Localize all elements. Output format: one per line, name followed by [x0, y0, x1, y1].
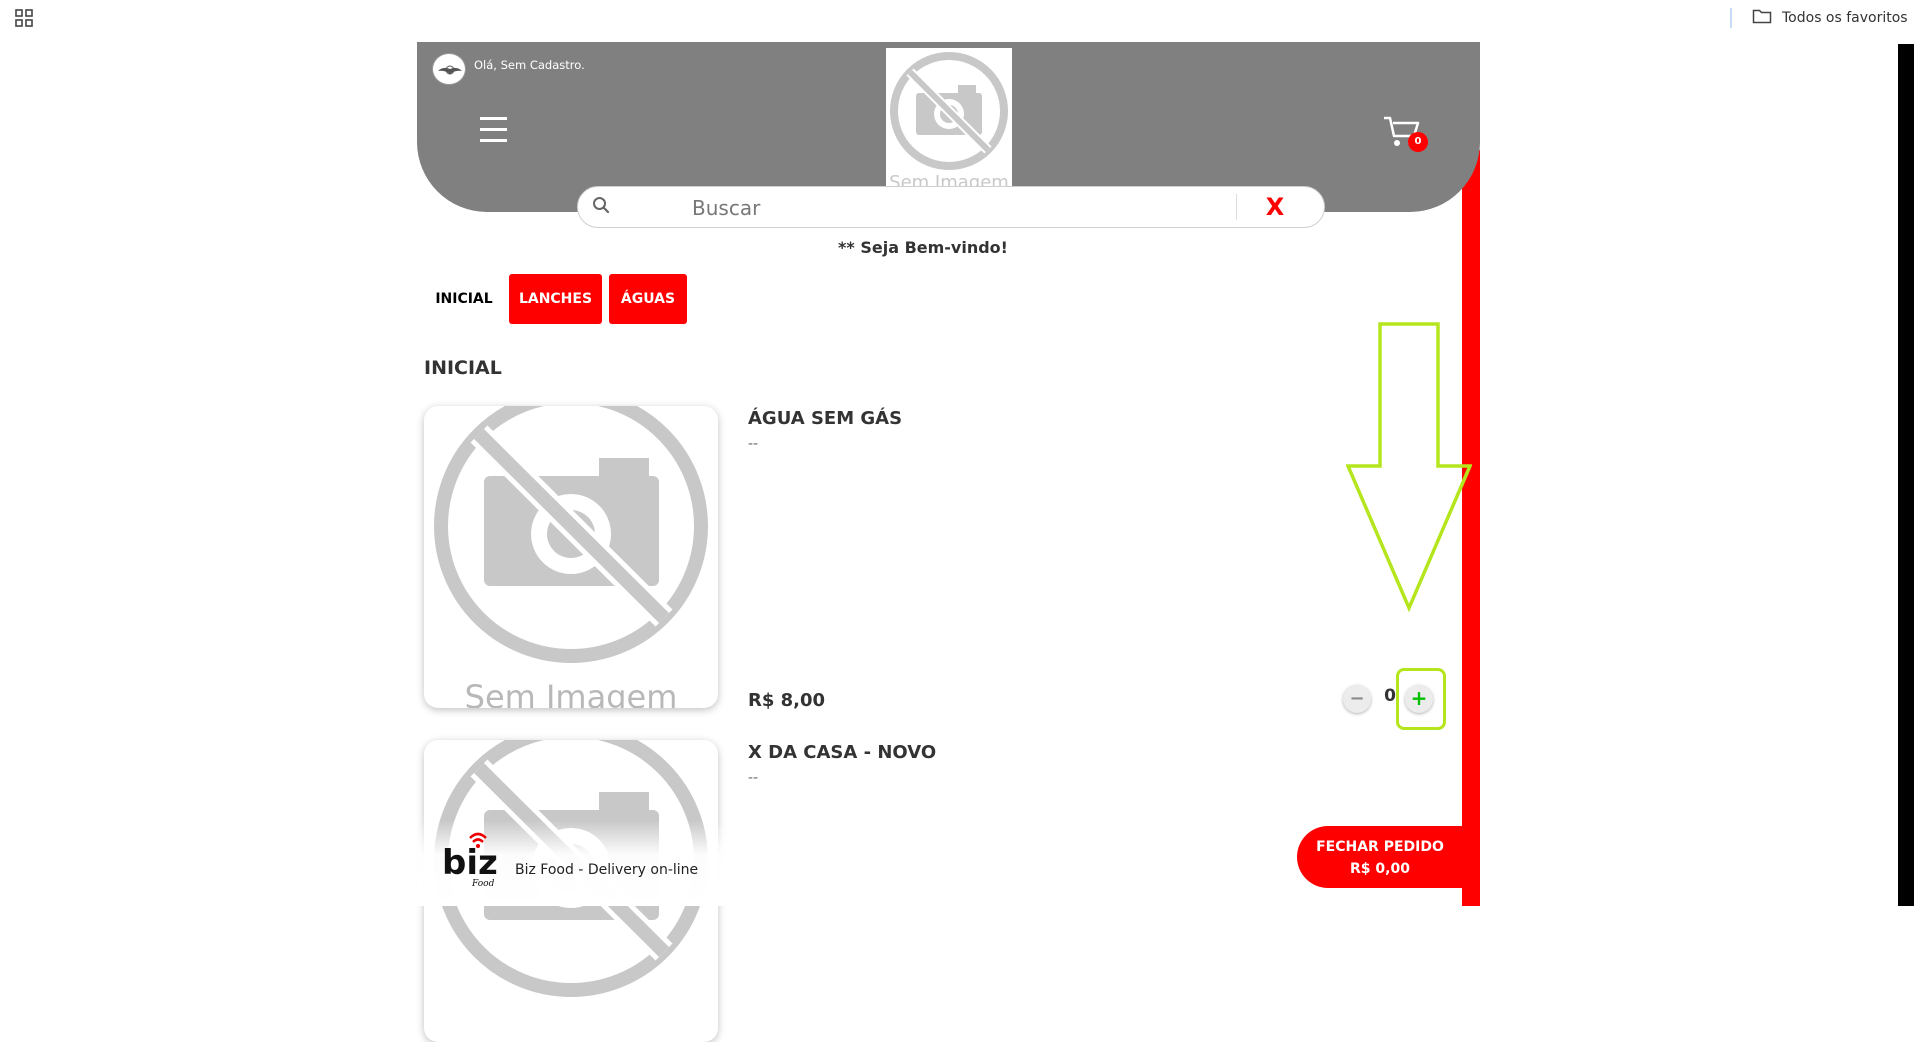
- down-arrow-annotation: [1346, 322, 1472, 612]
- folder-icon: [1752, 8, 1772, 28]
- biz-logo-sub: Food: [471, 879, 495, 888]
- tab-inicial[interactable]: INICIAL: [424, 274, 504, 324]
- store-avatar: [432, 53, 466, 85]
- product-description: --: [748, 436, 759, 452]
- product-price: R$ 8,00: [748, 690, 826, 711]
- favorites-label: Todos os favoritos: [1782, 10, 1908, 26]
- biz-logo-word: biz: [442, 843, 498, 883]
- close-order-label: FECHAR PEDIDO: [1316, 839, 1444, 855]
- cart-count-badge: 0: [1408, 132, 1428, 152]
- greeting-text: Olá, Sem Cadastro.: [474, 58, 585, 72]
- biz-food-logo: biz Food: [440, 828, 510, 889]
- product-image[interactable]: Sem Imagem: [424, 406, 718, 708]
- search-icon: [592, 196, 610, 214]
- product-name[interactable]: X DA CASA - NOVO: [748, 742, 936, 763]
- page-edge: [1898, 44, 1914, 906]
- bookmarks-separator: [1730, 8, 1732, 28]
- apps-grid-icon[interactable]: [14, 8, 34, 28]
- order-total: R$ 0,00: [1350, 861, 1410, 877]
- close-order-button[interactable]: FECHAR PEDIDO R$ 0,00: [1297, 826, 1463, 888]
- footer-caption: Biz Food - Delivery on-line: [515, 862, 699, 878]
- search-divider: [1236, 194, 1237, 220]
- menu-icon[interactable]: [480, 117, 507, 145]
- search-input[interactable]: [692, 195, 1192, 221]
- product-name[interactable]: ÁGUA SEM GÁS: [748, 408, 902, 429]
- decrease-quantity-button[interactable]: −: [1343, 685, 1371, 713]
- section-title: INICIAL: [424, 357, 502, 379]
- image-placeholder-text: Sem Imagem: [464, 678, 678, 708]
- welcome-message: ** Seja Bem-vindo!: [838, 238, 1008, 257]
- tab-aguas[interactable]: ÁGUAS: [609, 274, 687, 324]
- all-favorites-button[interactable]: Todos os favoritos: [1752, 6, 1908, 30]
- tab-lanches[interactable]: LANCHES: [509, 274, 602, 324]
- highlight-box: [1396, 668, 1446, 730]
- store-logo: Sem Imagem: [886, 48, 1012, 190]
- search-clear-button[interactable]: X: [1263, 190, 1287, 224]
- product-description: --: [748, 770, 759, 786]
